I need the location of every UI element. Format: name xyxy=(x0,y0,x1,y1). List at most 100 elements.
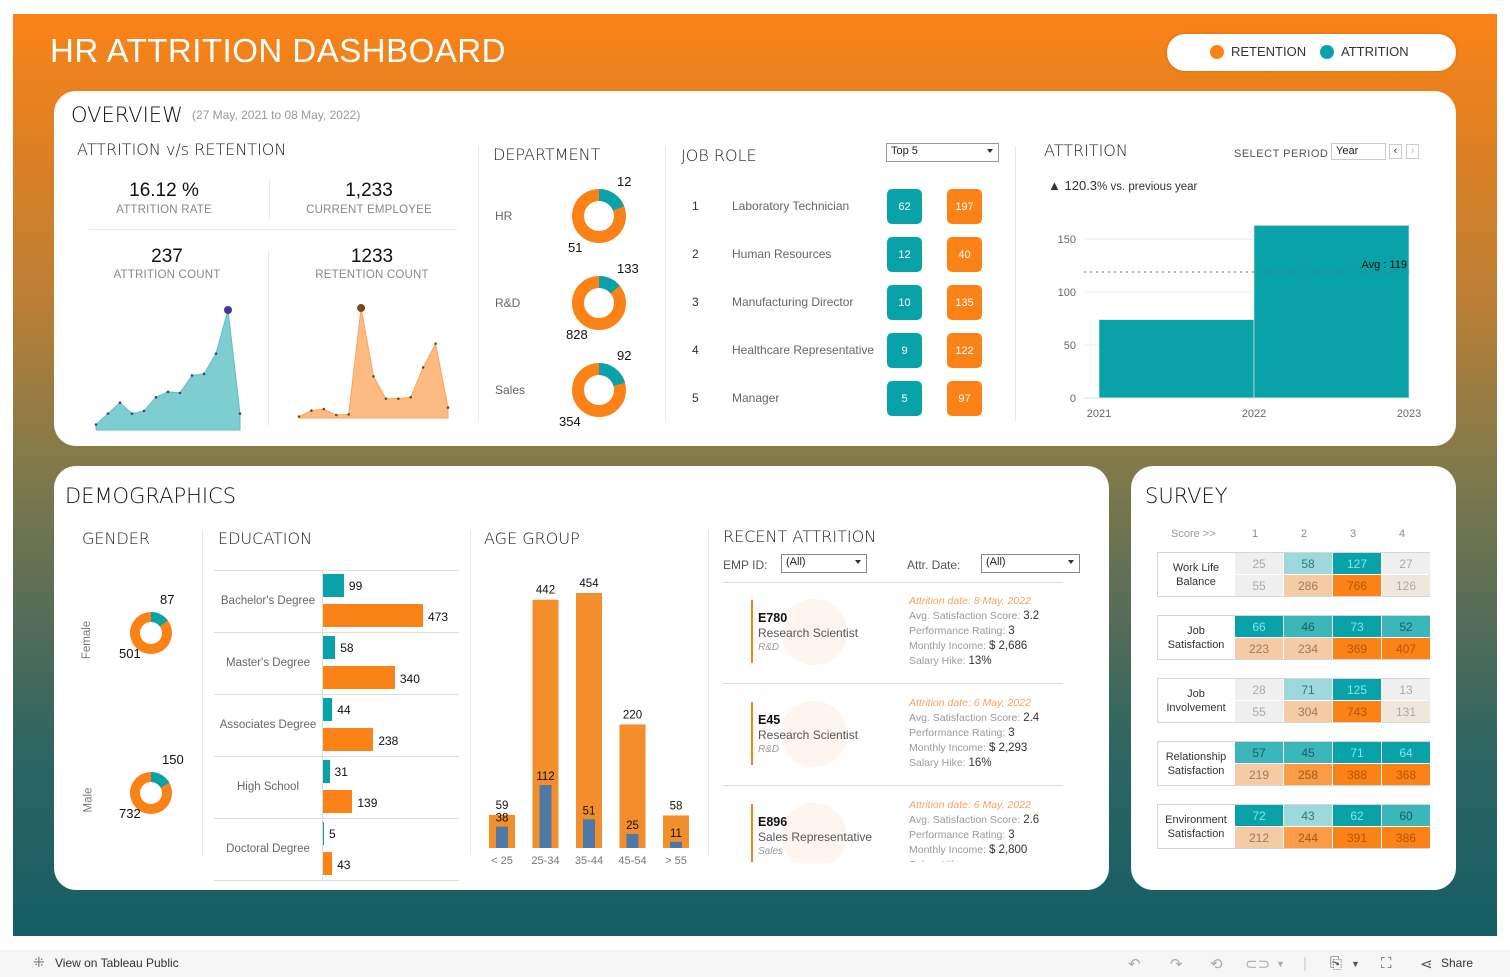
survey-attrition-cell[interactable]: 58 xyxy=(1284,553,1332,574)
sparkline-point[interactable] xyxy=(372,375,375,378)
refresh-icon[interactable]: ⊂⊃ xyxy=(1245,955,1270,973)
education-retention-bar[interactable] xyxy=(323,852,333,875)
survey-retention-cell[interactable]: 386 xyxy=(1382,827,1430,848)
revert-icon[interactable]: ⟲ xyxy=(1210,955,1223,973)
job-role-top-n-select[interactable]: Top 5 xyxy=(886,143,999,162)
sparkline-point[interactable] xyxy=(154,395,158,399)
refresh-dropdown-icon[interactable]: ▼ xyxy=(1276,959,1285,969)
survey-retention-cell[interactable]: 126 xyxy=(1382,575,1430,596)
survey-attrition-cell[interactable]: 28 xyxy=(1235,679,1283,700)
education-retention-bar[interactable] xyxy=(323,666,395,689)
sparkline-point[interactable] xyxy=(347,413,350,416)
recent-attrition-employee[interactable]: E896 Sales Representative Sales Attrition d… xyxy=(723,786,1068,862)
sparkline-point[interactable] xyxy=(166,390,170,394)
attrition-sparkline[interactable] xyxy=(92,296,244,436)
survey-retention-cell[interactable]: 743 xyxy=(1333,701,1381,722)
survey-attrition-cell[interactable]: 13 xyxy=(1382,679,1430,700)
survey-attrition-cell[interactable]: 25 xyxy=(1235,553,1283,574)
survey-retention-cell[interactable]: 234 xyxy=(1284,638,1332,659)
sparkline-peak-point[interactable] xyxy=(224,306,232,314)
share-icon[interactable]: ⋖ xyxy=(1420,955,1433,973)
job-role-retention-badge[interactable]: 40 xyxy=(947,237,982,272)
period-prev-button[interactable]: ‹ xyxy=(1389,144,1402,159)
survey-attrition-cell[interactable]: 52 xyxy=(1382,616,1430,637)
survey-retention-cell[interactable]: 304 xyxy=(1284,701,1332,722)
sparkline-point[interactable] xyxy=(446,406,450,409)
education-attrition-bar[interactable] xyxy=(323,698,333,721)
sparkline-point[interactable] xyxy=(434,342,437,345)
survey-attrition-cell[interactable]: 72 xyxy=(1235,805,1283,826)
legend-retention[interactable]: RETENTION xyxy=(1210,44,1306,59)
survey-retention-cell[interactable]: 212 xyxy=(1235,827,1283,848)
sparkline-point[interactable] xyxy=(238,412,242,415)
survey-attrition-cell[interactable]: 60 xyxy=(1382,805,1430,826)
survey-attrition-cell[interactable]: 27 xyxy=(1382,553,1430,574)
sparkline-point[interactable] xyxy=(297,415,301,418)
survey-attrition-cell[interactable]: 127 xyxy=(1333,553,1381,574)
education-attrition-bar[interactable] xyxy=(323,574,344,597)
education-attrition-bar[interactable] xyxy=(323,760,330,783)
sparkline-point[interactable] xyxy=(142,409,146,413)
survey-retention-cell[interactable]: 391 xyxy=(1333,827,1381,848)
undo-icon[interactable]: ↶ xyxy=(1128,955,1141,973)
attrition-trend-chart[interactable]: 0 50 100 150 2021 2022 2023 Avg : 119 xyxy=(1039,213,1424,428)
age-attrition-bar[interactable] xyxy=(670,841,682,848)
download-icon[interactable]: ⎘ xyxy=(1330,955,1342,972)
view-on-tableau-link[interactable]: View on Tableau Public xyxy=(55,956,179,970)
survey-retention-cell[interactable]: 223 xyxy=(1235,638,1283,659)
sparkline-point[interactable] xyxy=(397,397,400,400)
education-retention-bar[interactable] xyxy=(323,604,423,627)
education-retention-bar[interactable] xyxy=(323,728,374,751)
redo-icon[interactable]: ↷ xyxy=(1170,955,1183,973)
survey-retention-cell[interactable]: 55 xyxy=(1235,701,1283,722)
sparkline-point[interactable] xyxy=(178,391,182,395)
trend-bar[interactable] xyxy=(1098,319,1255,399)
survey-retention-cell[interactable]: 55 xyxy=(1235,575,1283,596)
age-group-chart[interactable]: 5938 < 25 442 112 25-34 454 51 35-44 220 25 45-54 5… xyxy=(484,566,714,871)
share-button[interactable]: Share xyxy=(1441,956,1473,970)
job-role-retention-badge[interactable]: 135 xyxy=(947,285,982,320)
survey-attrition-cell[interactable]: 62 xyxy=(1333,805,1381,826)
sparkline-point[interactable] xyxy=(130,412,134,415)
education-retention-bar[interactable] xyxy=(323,790,353,813)
survey-retention-cell[interactable]: 219 xyxy=(1235,764,1283,785)
education-attrition-bar[interactable] xyxy=(323,822,325,845)
survey-retention-cell[interactable]: 766 xyxy=(1333,575,1381,596)
sparkline-point[interactable] xyxy=(202,372,206,376)
age-attrition-bar[interactable] xyxy=(583,819,595,848)
survey-attrition-cell[interactable]: 45 xyxy=(1284,742,1332,763)
survey-attrition-cell[interactable]: 71 xyxy=(1333,742,1381,763)
survey-attrition-cell[interactable]: 43 xyxy=(1284,805,1332,826)
job-role-attrition-badge[interactable]: 12 xyxy=(887,237,922,272)
age-attrition-bar[interactable] xyxy=(496,826,508,848)
sparkline-point[interactable] xyxy=(310,409,313,412)
recent-attrition-employee[interactable]: E45 Research Scientist R&D Attrition date: … xyxy=(723,684,1068,786)
survey-retention-cell[interactable]: 369 xyxy=(1333,638,1381,659)
sparkline-point[interactable] xyxy=(190,374,194,377)
survey-attrition-cell[interactable]: 71 xyxy=(1284,679,1332,700)
survey-retention-cell[interactable]: 407 xyxy=(1382,638,1430,659)
trend-bar[interactable] xyxy=(1253,225,1410,399)
recent-attrition-employee[interactable]: E780 Research Scientist R&D Attrition date:… xyxy=(723,582,1068,684)
age-attrition-bar[interactable] xyxy=(626,833,639,848)
survey-retention-cell[interactable]: 388 xyxy=(1333,764,1381,785)
emp-id-select[interactable]: (All) xyxy=(781,554,867,573)
survey-attrition-cell[interactable]: 46 xyxy=(1284,616,1332,637)
recent-attrition-list[interactable]: E780 Research Scientist R&D Attrition date:… xyxy=(723,582,1068,862)
survey-retention-cell[interactable]: 368 xyxy=(1382,764,1430,785)
job-role-attrition-badge[interactable]: 5 xyxy=(887,381,922,416)
job-role-retention-badge[interactable]: 122 xyxy=(947,333,982,368)
fullscreen-icon[interactable]: ⛶ xyxy=(1381,955,1392,972)
survey-attrition-cell[interactable]: 66 xyxy=(1235,616,1283,637)
survey-retention-cell[interactable]: 286 xyxy=(1284,575,1332,596)
sparkline-point[interactable] xyxy=(384,397,388,400)
survey-attrition-cell[interactable]: 73 xyxy=(1333,616,1381,637)
sparkline-point[interactable] xyxy=(334,413,338,417)
survey-attrition-cell[interactable]: 64 xyxy=(1382,742,1430,763)
download-dropdown-icon[interactable]: ▼ xyxy=(1351,959,1360,969)
age-attrition-bar[interactable] xyxy=(539,785,552,848)
survey-attrition-cell[interactable]: 57 xyxy=(1235,742,1283,763)
sparkline-point[interactable] xyxy=(214,352,218,355)
sparkline-point[interactable] xyxy=(106,412,110,415)
job-role-attrition-badge[interactable]: 9 xyxy=(887,333,922,368)
